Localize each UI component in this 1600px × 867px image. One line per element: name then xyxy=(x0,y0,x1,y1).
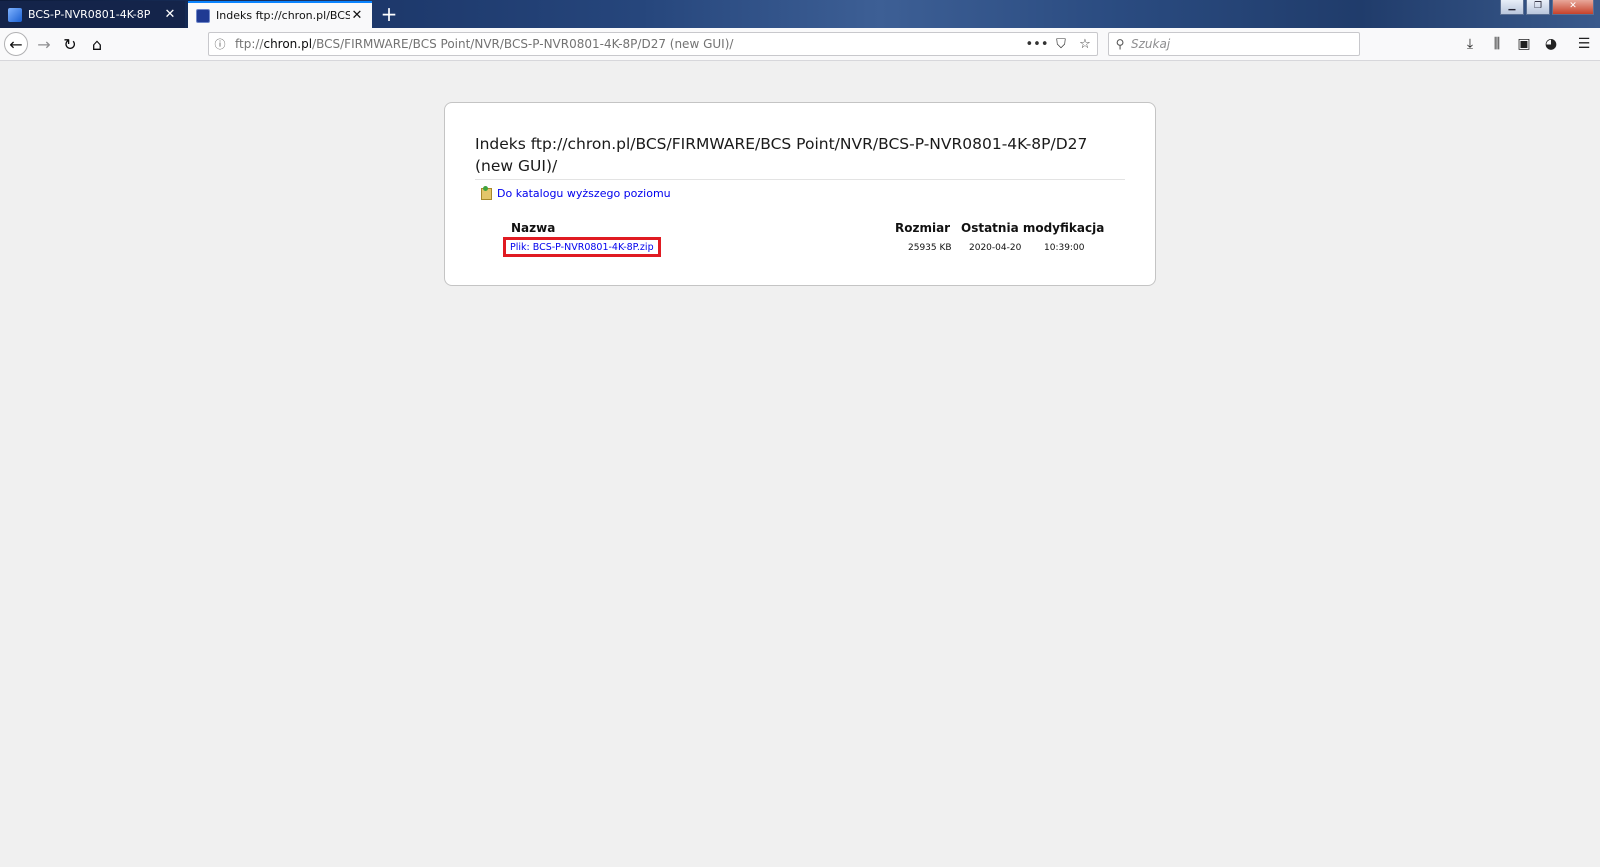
search-placeholder: Szukaj xyxy=(1131,37,1171,51)
url-path: /BCS/FIRMWARE/BCS Point/NVR/BCS-P-NVR080… xyxy=(312,37,734,51)
column-header-name[interactable]: Nazwa xyxy=(511,221,555,235)
close-tab-icon[interactable]: ✕ xyxy=(350,8,364,23)
file-prefix: Plik: xyxy=(510,241,530,253)
file-date: 2020-04-20 xyxy=(969,243,1022,253)
folder-up-icon xyxy=(481,185,492,200)
extension-icon[interactable]: ◕ xyxy=(1540,33,1562,55)
site-favicon-icon xyxy=(8,7,22,22)
search-field[interactable]: ⚲ Szukaj xyxy=(1108,32,1360,56)
home-icon[interactable]: ⌂ xyxy=(85,32,109,56)
library-icon[interactable]: ⫼ xyxy=(1486,33,1508,55)
window-controls: ▁ ❐ ✕ xyxy=(1500,0,1594,15)
ftp-index-card: Indeks ftp://chron.pl/BCS/FIRMWARE/BCS P… xyxy=(444,102,1156,286)
close-tab-icon[interactable]: ✕ xyxy=(163,7,177,22)
search-icon: ⚲ xyxy=(1115,37,1125,51)
file-time: 10:39:00 xyxy=(1044,243,1085,253)
file-name: BCS-P-NVR0801-4K-8P.zip xyxy=(532,241,654,253)
tab-bcs-product[interactable]: BCS-P-NVR0801-4K-8P ✕ xyxy=(0,1,185,28)
tab-strip: BCS-P-NVR0801-4K-8P ✕ Indeks ftp://chron… xyxy=(0,0,1600,28)
navigation-toolbar: ← → ↻ ⌂ ⓘ ftp://chron.pl/BCS/FIRMWARE/BC… xyxy=(0,28,1600,61)
url-scheme: ftp:// xyxy=(235,37,264,51)
column-header-size[interactable]: Rozmiar xyxy=(895,221,950,235)
ftp-favicon-icon xyxy=(196,8,210,23)
menu-hamburger-icon[interactable]: ☰ xyxy=(1573,33,1595,55)
window-close-icon[interactable]: ✕ xyxy=(1552,0,1594,15)
page-actions-icon[interactable]: ••• xyxy=(1025,37,1049,52)
forward-arrow-icon[interactable]: → xyxy=(32,32,56,56)
downloads-icon[interactable]: ⤓ xyxy=(1459,33,1481,55)
address-bar[interactable]: ⓘ ftp://chron.pl/BCS/FIRMWARE/BCS Point/… xyxy=(208,32,1098,56)
maximize-icon[interactable]: ❐ xyxy=(1526,0,1550,15)
tab-title: Indeks ftp://chron.pl/BCS/FIRM xyxy=(216,9,350,22)
page-title: Indeks ftp://chron.pl/BCS/FIRMWARE/BCS P… xyxy=(475,133,1125,180)
file-size: 25935 KB xyxy=(908,243,952,253)
tab-ftp-index[interactable]: Indeks ftp://chron.pl/BCS/FIRM ✕ xyxy=(188,1,372,28)
url-host: chron.pl xyxy=(263,37,313,51)
back-arrow-icon[interactable]: ← xyxy=(4,32,28,56)
site-info-icon[interactable]: ⓘ xyxy=(209,36,231,52)
sidebar-icon[interactable]: ▣ xyxy=(1513,33,1535,55)
parent-directory-label: Do katalogu wyższego poziomu xyxy=(497,187,671,200)
minimize-icon[interactable]: ▁ xyxy=(1500,0,1524,15)
parent-directory-link[interactable]: Do katalogu wyższego poziomu xyxy=(481,185,671,200)
pocket-icon[interactable]: ⛉ xyxy=(1049,37,1073,52)
tab-title: BCS-P-NVR0801-4K-8P xyxy=(28,8,151,21)
url-text[interactable]: ftp://chron.pl/BCS/FIRMWARE/BCS Point/NV… xyxy=(231,37,1025,51)
reload-icon[interactable]: ↻ xyxy=(58,32,82,56)
new-tab-plus-icon[interactable]: + xyxy=(378,2,400,26)
column-header-modified[interactable]: Ostatnia modyfikacja xyxy=(961,221,1104,235)
file-link[interactable]: Plik: BCS-P-NVR0801-4K-8P.zip xyxy=(503,237,661,257)
bookmark-star-icon[interactable]: ☆ xyxy=(1073,37,1097,52)
